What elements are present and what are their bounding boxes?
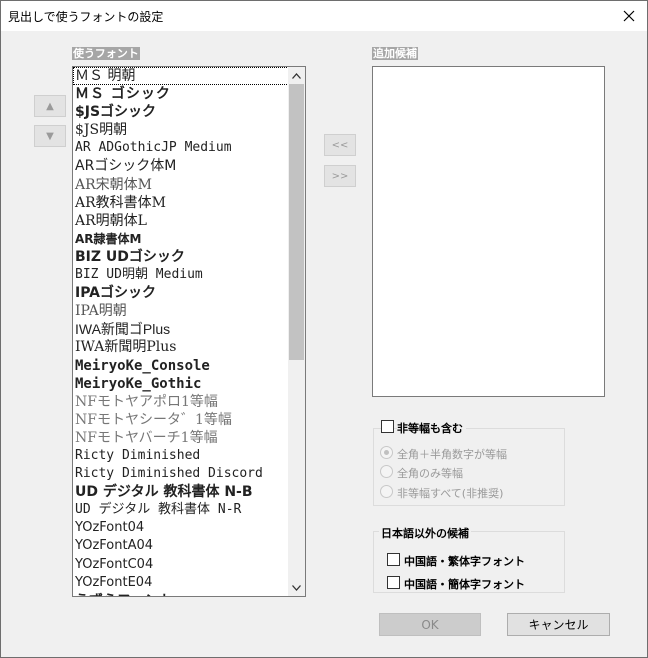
font-list-item[interactable]: ＭＳ 明朝 — [73, 67, 289, 86]
scroll-thumb[interactable] — [289, 84, 304, 360]
font-list-item[interactable]: YOzFontA04 — [73, 537, 289, 555]
add-candidate-button[interactable]: << — [324, 134, 356, 156]
font-list-item[interactable]: IPA明朝 — [73, 302, 289, 320]
include-proportional-label: 非等幅も含む — [397, 420, 466, 436]
include-proportional-checkbox[interactable] — [381, 420, 394, 433]
font-list-item[interactable]: UD デジタル 教科書体 N-R — [73, 501, 289, 519]
font-list-item[interactable]: NFモトヤシータ゛1等幅 — [73, 411, 289, 429]
font-list-item[interactable]: IWA新聞明Plus — [73, 338, 289, 356]
font-list-item[interactable]: ARゴシック体M — [73, 157, 289, 175]
cancel-button[interactable]: キャンセル — [507, 613, 610, 636]
font-list-item[interactable]: BIZ UD明朝 Medium — [73, 266, 289, 284]
candidates-label: 追加候補 — [372, 47, 418, 60]
list-scrollbar[interactable] — [288, 67, 305, 596]
add-arrow-label: << — [331, 139, 349, 151]
font-list-item[interactable]: YOzFontC04 — [73, 556, 289, 574]
close-icon — [623, 10, 635, 22]
font-list-item[interactable]: ＭＳ ゴシック — [73, 85, 289, 103]
radio-full-and-half-digits[interactable] — [380, 446, 393, 459]
window-title: 見出しで使うフォントの設定 — [8, 10, 164, 24]
remove-arrow-label: >> — [331, 170, 349, 182]
font-list-item[interactable]: Ricty Diminished Discord — [73, 465, 289, 483]
font-list-item[interactable]: AR ADGothicJP Medium — [73, 139, 289, 157]
radio-label-0: 全角＋半角数字が等幅 — [397, 448, 507, 461]
chevron-up-icon — [292, 72, 301, 79]
non-japanese-legend: 日本語以外の候補 — [379, 525, 471, 541]
ok-button[interactable]: OK — [379, 613, 481, 636]
simplified-chinese-label: 中国語・簡体字フォント — [404, 578, 525, 591]
remove-candidate-button[interactable]: >> — [324, 165, 356, 187]
font-list-item[interactable]: MeiryoKe_Console — [73, 357, 289, 375]
title-bar: 見出しで使うフォントの設定 — [1, 1, 647, 31]
font-list-item[interactable]: IWA新聞ゴPlus — [73, 320, 289, 338]
traditional-chinese-label: 中国語・繁体字フォント — [404, 555, 525, 568]
font-list-item[interactable]: IPAゴシック — [73, 284, 289, 302]
scroll-down-button[interactable] — [288, 579, 305, 596]
radio-label-2: 非等幅すべて(非推奨) — [397, 487, 504, 500]
font-list-item[interactable]: AR隷書体M — [73, 230, 289, 248]
font-list-item[interactable]: Ricty Diminished — [73, 447, 289, 465]
close-button[interactable] — [611, 1, 647, 31]
dialog-window: 見出しで使うフォントの設定 使うフォント ▲ ▼ ＭＳ 明朝 ＭＳ ゴシック $JS… — [0, 0, 648, 658]
font-list-item[interactable]: AR宋朝体M — [73, 176, 289, 194]
font-list-item[interactable]: MeiryoKe_Gothic — [73, 375, 289, 393]
font-list-item[interactable]: YOzFont04 — [73, 519, 289, 537]
move-down-button[interactable]: ▼ — [34, 125, 66, 147]
triangle-up-icon: ▲ — [46, 100, 54, 112]
font-list-item[interactable]: うずらフォント — [73, 592, 289, 596]
candidates-listbox[interactable] — [372, 66, 605, 397]
traditional-chinese-checkbox[interactable] — [387, 553, 400, 566]
font-list-item[interactable]: NFモトヤアポロ1等幅 — [73, 393, 289, 411]
font-listbox[interactable]: ＭＳ 明朝 ＭＳ ゴシック $JSゴシック $JS明朝 AR ADGothicJP Me… — [72, 66, 306, 597]
font-list-item[interactable]: YOzFontE04 — [73, 574, 289, 592]
chevron-down-icon — [292, 584, 301, 591]
simplified-chinese-checkbox[interactable] — [387, 576, 400, 589]
font-list-item[interactable]: BIZ UDゴシック — [73, 248, 289, 266]
font-list-item[interactable]: NFモトヤバーチ1等幅 — [73, 429, 289, 447]
font-list-item[interactable]: $JSゴシック — [73, 103, 289, 121]
move-up-button[interactable]: ▲ — [34, 95, 66, 117]
scroll-up-button[interactable] — [288, 67, 305, 84]
font-list-item[interactable]: AR教科書体M — [73, 194, 289, 212]
font-list-label: 使うフォント — [72, 47, 140, 60]
font-list-item[interactable]: $JS明朝 — [73, 121, 289, 139]
triangle-down-icon: ▼ — [46, 130, 54, 142]
font-list: ＭＳ 明朝 ＭＳ ゴシック $JSゴシック $JS明朝 AR ADGothicJP Me… — [73, 67, 289, 596]
font-list-item[interactable]: AR明朝体L — [73, 212, 289, 230]
radio-all-proportional[interactable] — [380, 485, 393, 498]
radio-label-1: 全角のみ等幅 — [397, 467, 463, 480]
radio-fullwidth-only[interactable] — [380, 465, 393, 478]
font-list-item[interactable]: UD デジタル 教科書体 N-B — [73, 483, 289, 501]
